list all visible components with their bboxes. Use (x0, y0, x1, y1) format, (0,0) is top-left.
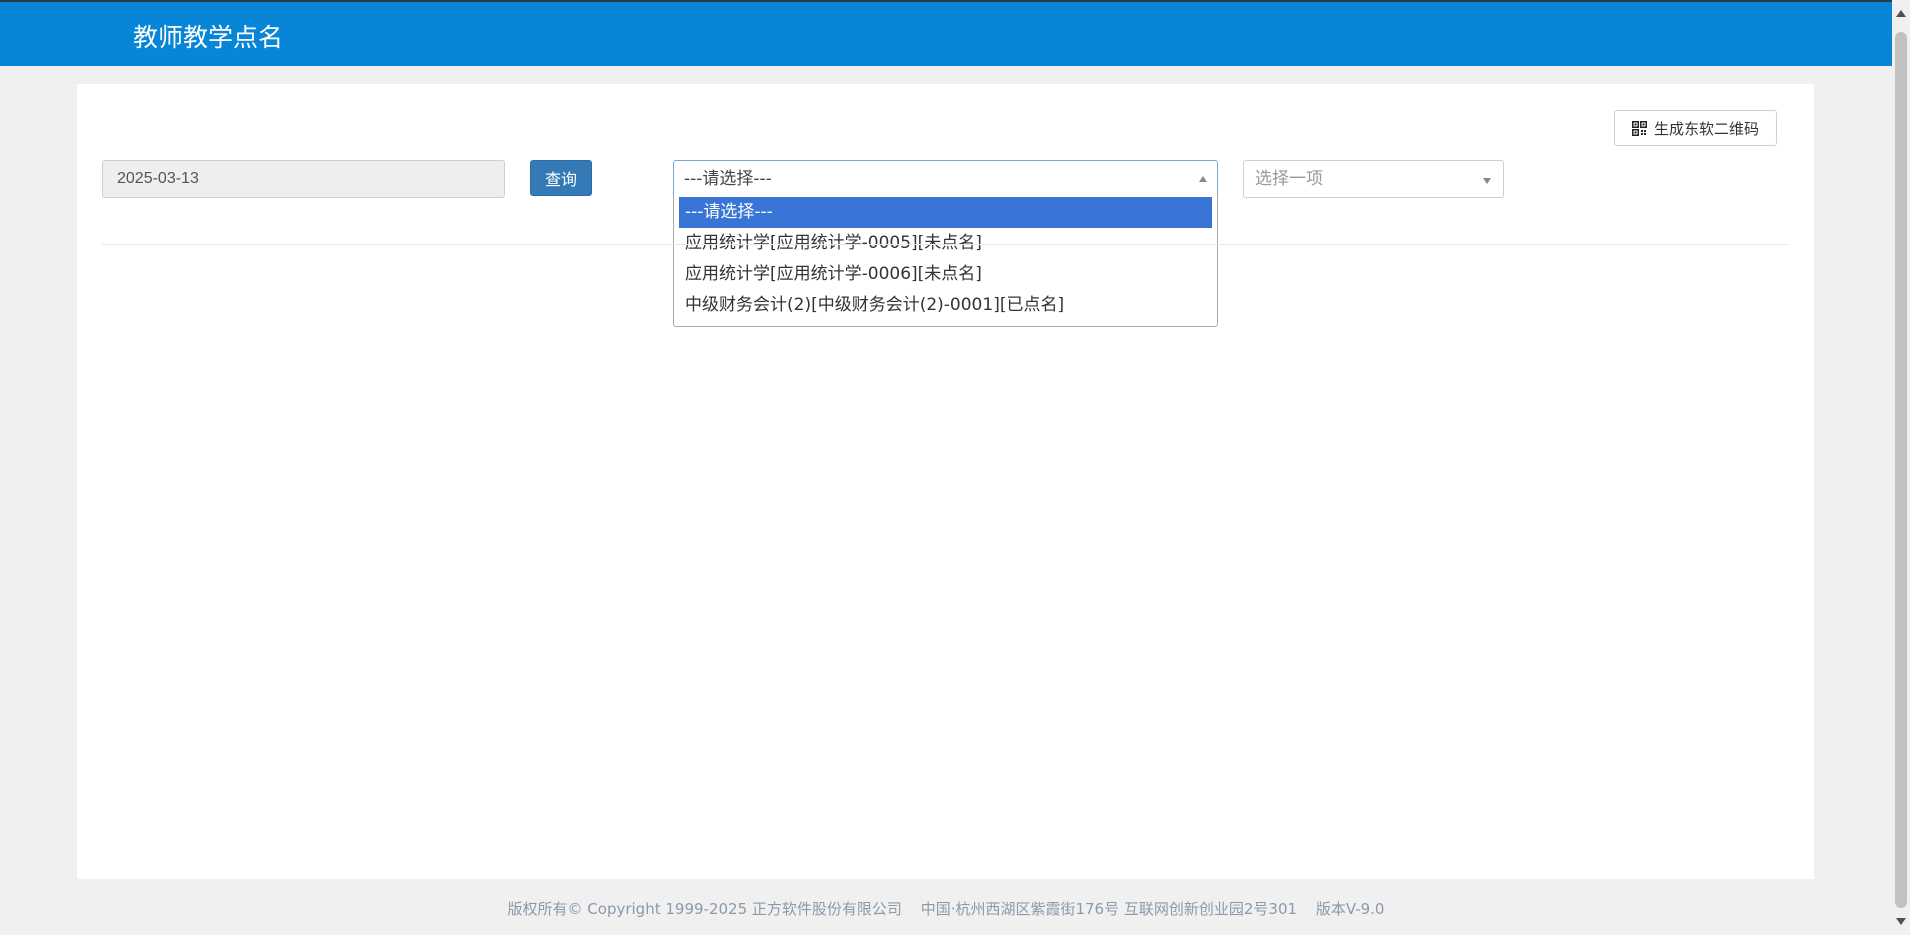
date-input[interactable] (102, 160, 505, 198)
item-select-placeholder: 选择一项 (1255, 169, 1323, 189)
app-header: 教师教学点名 (0, 0, 1892, 66)
scroll-down-icon[interactable] (1896, 918, 1906, 925)
course-option-stat-0006[interactable]: 应用统计学[应用统计学-0006][未点名] (679, 259, 1212, 290)
chevron-down-icon (1483, 178, 1491, 184)
chevron-up-icon (1199, 176, 1207, 182)
generate-qr-label: 生成东软二维码 (1653, 119, 1759, 138)
course-select[interactable]: ---请选择--- (673, 160, 1218, 198)
page-footer: 版权所有© Copyright 1999-2025 正方软件股份有限公司 中国·… (0, 898, 1892, 923)
course-select-value: ---请选择--- (684, 169, 772, 189)
course-option-placeholder[interactable]: ---请选择--- (679, 197, 1212, 228)
scroll-thumb[interactable] (1895, 32, 1907, 908)
course-dropdown-list: ---请选择--- 应用统计学[应用统计学-0005][未点名] 应用统计学[应… (673, 195, 1218, 327)
generate-qr-button[interactable]: 生成东软二维码 (1614, 110, 1777, 146)
footer-version: 版本V-9.0 (1315, 900, 1385, 918)
footer-copyright: 版权所有© Copyright 1999-2025 正方软件股份有限公司 (507, 900, 902, 918)
vertical-scrollbar[interactable] (1892, 0, 1910, 935)
query-button[interactable]: 查询 (530, 160, 592, 196)
section-divider (102, 244, 1788, 245)
page-title: 教师教学点名 (133, 23, 284, 52)
footer-address: 中国·杭州西湖区紫霞街176号 互联网创新创业园2号301 (920, 900, 1298, 918)
item-select[interactable]: 选择一项 (1243, 160, 1504, 198)
qrcode-icon (1631, 120, 1647, 136)
course-option-finance-0001[interactable]: 中级财务会计(2)[中级财务会计(2)-0001][已点名] (679, 290, 1212, 321)
scroll-up-icon[interactable] (1896, 10, 1906, 17)
